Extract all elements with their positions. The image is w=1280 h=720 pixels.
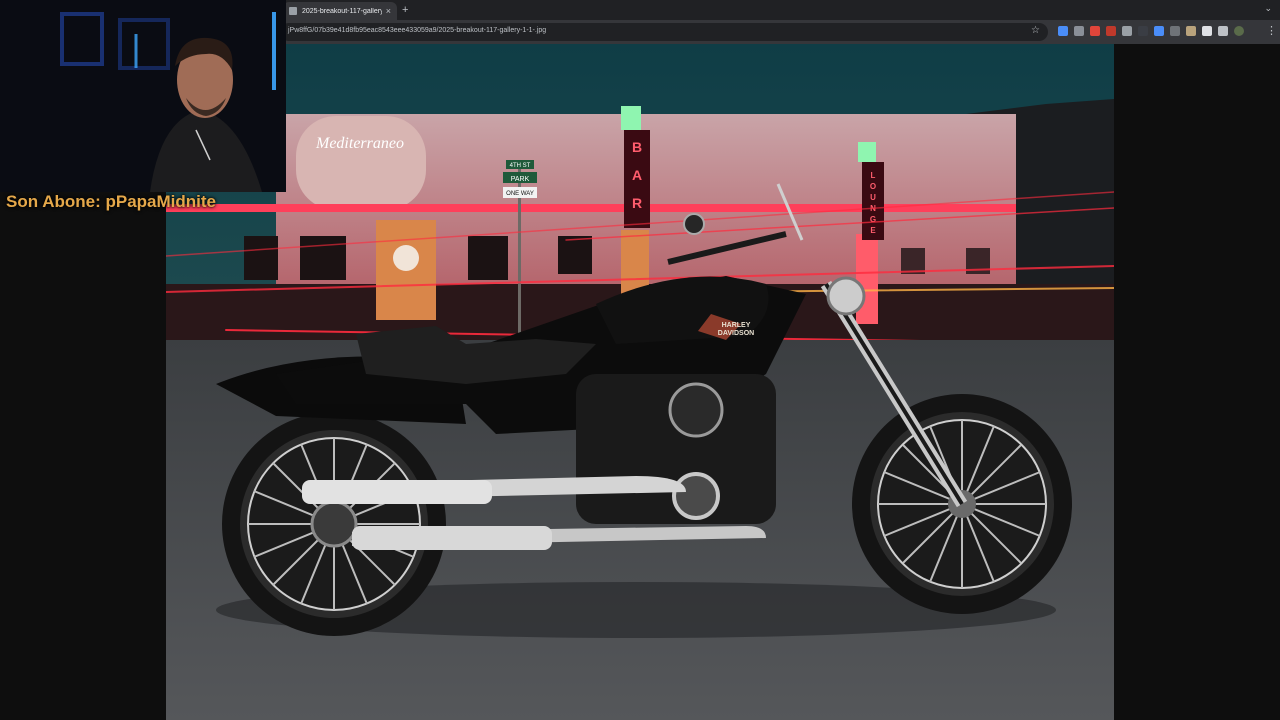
tank-logo-line1: HARLEY	[722, 322, 751, 329]
browser-menu-icon[interactable]: ⋮	[1266, 24, 1277, 38]
ext-puzzle-icon[interactable]	[1218, 26, 1228, 36]
diner-script-sign: Mediterraneo	[315, 135, 404, 152]
motorcycle-photo-svg: Mediterraneo B A R L O U N G E	[166, 44, 1114, 720]
image-favicon-icon	[289, 7, 297, 15]
address-bar[interactable]: jPw8ffG/07b39e41d8fb95eac8543eee433059a9…	[280, 23, 1048, 41]
webcam-feed	[0, 0, 286, 192]
ext-dark-icon[interactable]	[1138, 26, 1148, 36]
profile-avatar-icon[interactable]	[1234, 26, 1244, 36]
street-sign-1: 4TH ST	[510, 163, 531, 169]
webcam-scene	[0, 0, 286, 192]
svg-text:U: U	[870, 193, 876, 202]
new-tab-button[interactable]: +	[402, 3, 408, 17]
svg-text:O: O	[870, 182, 876, 191]
tab-close-icon[interactable]: ×	[386, 6, 391, 16]
ext-grey-icon[interactable]	[1074, 26, 1084, 36]
street-sign-3: ONE WAY	[506, 191, 534, 197]
url-text[interactable]: jPw8ffG/07b39e41d8fb95eac8543eee433059a9…	[288, 27, 546, 34]
tank-logo-line2: DAVIDSON	[718, 330, 754, 337]
street-sign-2: PARK	[511, 176, 530, 183]
ext-grey2-icon[interactable]	[1170, 26, 1180, 36]
browser-tab[interactable]: 2025-breakout-117-gallery-1- ×	[283, 2, 397, 20]
subscriber-overlay: Son Abone: pPapaMidnite	[6, 192, 216, 211]
svg-text:B: B	[632, 139, 642, 155]
tab-search-icon[interactable]: ⌄	[1264, 3, 1272, 14]
svg-text:R: R	[632, 195, 642, 211]
ext-shield-icon[interactable]	[1202, 26, 1212, 36]
svg-text:A: A	[632, 167, 642, 183]
ext-blue-icon[interactable]	[1058, 26, 1068, 36]
svg-text:E: E	[870, 226, 876, 235]
ext-red-icon[interactable]	[1090, 26, 1100, 36]
tab-title: 2025-breakout-117-gallery-1-	[302, 7, 382, 15]
ext-cookie-icon[interactable]	[1186, 26, 1196, 36]
svg-text:L: L	[871, 171, 876, 180]
motorcycle-photo[interactable]: Mediterraneo B A R L O U N G E	[166, 44, 1114, 720]
ext-lock-icon[interactable]	[1122, 26, 1132, 36]
ext-red2-icon[interactable]	[1106, 26, 1116, 36]
bookmark-star-icon[interactable]: ☆	[1031, 25, 1040, 36]
ext-translate-icon[interactable]	[1154, 26, 1164, 36]
